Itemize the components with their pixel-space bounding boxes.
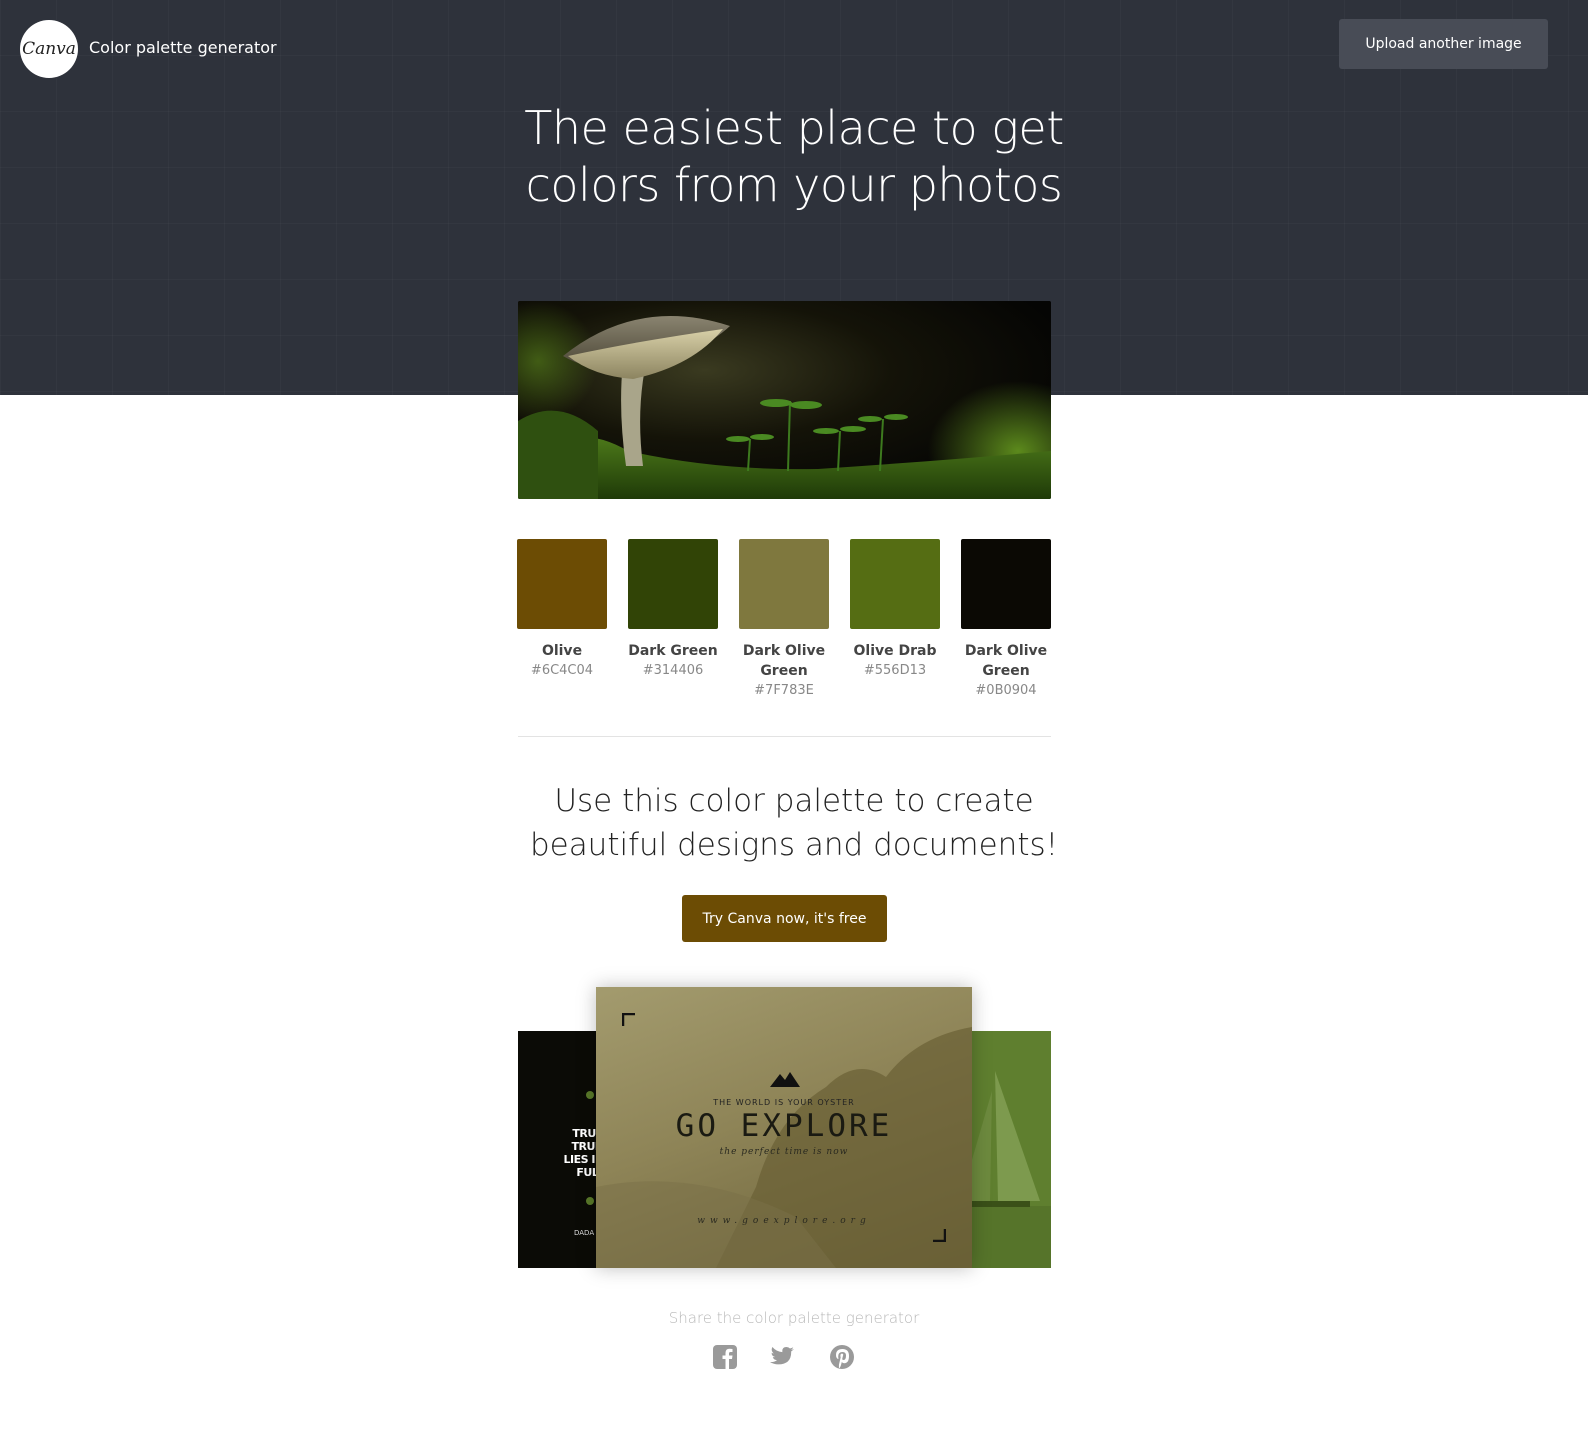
swatch-chip[interactable] — [517, 539, 607, 629]
cta-line-2: beautiful designs and documents! — [529, 827, 1059, 863]
card-tagline: THE WORLD IS YOUR OYSTER — [713, 1098, 855, 1107]
corner-bracket-icon — [622, 1013, 635, 1026]
swatch-olive[interactable]: Olive #6C4C04 — [517, 539, 607, 681]
swatch-chip[interactable] — [961, 539, 1051, 629]
card-url: www.goexplore.org — [697, 1216, 871, 1226]
mushroom-photo-image — [518, 301, 1051, 499]
swatch-chip[interactable] — [850, 539, 940, 629]
cta-line-1: Use this color palette to create — [554, 783, 1034, 819]
swatch-hex: #556D13 — [863, 663, 927, 678]
color-palette: Olive #6C4C04 Dark Green #314406 Dark Ol… — [517, 539, 1051, 709]
pinterest-icon[interactable] — [829, 1344, 855, 1370]
hero-headline: The easiest place to get colors from you… — [394, 100, 1194, 214]
upload-another-image-button[interactable]: Upload another image — [1339, 19, 1548, 69]
swatch-name: Olive — [541, 643, 583, 659]
swatch-olive-drab[interactable]: Olive Drab #556D13 — [850, 539, 940, 681]
card-subtitle: the perfect time is now — [719, 1147, 849, 1157]
cta-heading: Use this color palette to create beautif… — [444, 779, 1144, 867]
headline-line-2: colors from your photos — [525, 158, 1063, 212]
share-label: Share the color palette generator — [668, 1309, 920, 1327]
uploaded-photo — [518, 301, 1051, 499]
facebook-icon[interactable] — [712, 1344, 738, 1370]
swatch-hex: #0B0904 — [975, 683, 1037, 698]
quote-mark-icon — [586, 1091, 594, 1099]
swatch-chip[interactable] — [628, 539, 718, 629]
twitter-icon[interactable] — [769, 1344, 795, 1370]
canva-logo[interactable]: Canva — [20, 20, 78, 78]
swatch-hex: #7F783E — [754, 683, 814, 698]
mountain-icon — [770, 1072, 800, 1087]
logo-text: Canva — [22, 39, 76, 59]
swatch-dark-olive-green-2[interactable]: Dark Olive Green #0B0904 — [961, 539, 1051, 701]
swatch-name: Olive Drab — [853, 643, 937, 659]
card-title: GO EXPLORE — [675, 1108, 893, 1144]
corner-bracket-icon — [933, 1229, 946, 1242]
swatch-hex: #6C4C04 — [530, 663, 594, 678]
swatch-name: Dark Olive Green — [964, 643, 1048, 679]
try-canva-button[interactable]: Try Canva now, it's free — [682, 895, 887, 942]
swatch-hex: #314406 — [642, 663, 704, 678]
example-card-go-explore: THE WORLD IS YOUR OYSTER GO EXPLORE the … — [596, 987, 972, 1268]
section-divider — [518, 736, 1051, 737]
swatch-dark-olive-green[interactable]: Dark Olive Green #7F783E — [739, 539, 829, 701]
headline-line-1: The easiest place to get — [524, 101, 1064, 155]
app-title: Color palette generator — [89, 38, 277, 57]
swatch-chip[interactable] — [739, 539, 829, 629]
swatch-name: Dark Olive Green — [742, 643, 826, 679]
quote-mark-icon — [586, 1197, 594, 1205]
swatch-name: Dark Green — [628, 643, 718, 659]
swatch-dark-green[interactable]: Dark Green #314406 — [628, 539, 718, 681]
